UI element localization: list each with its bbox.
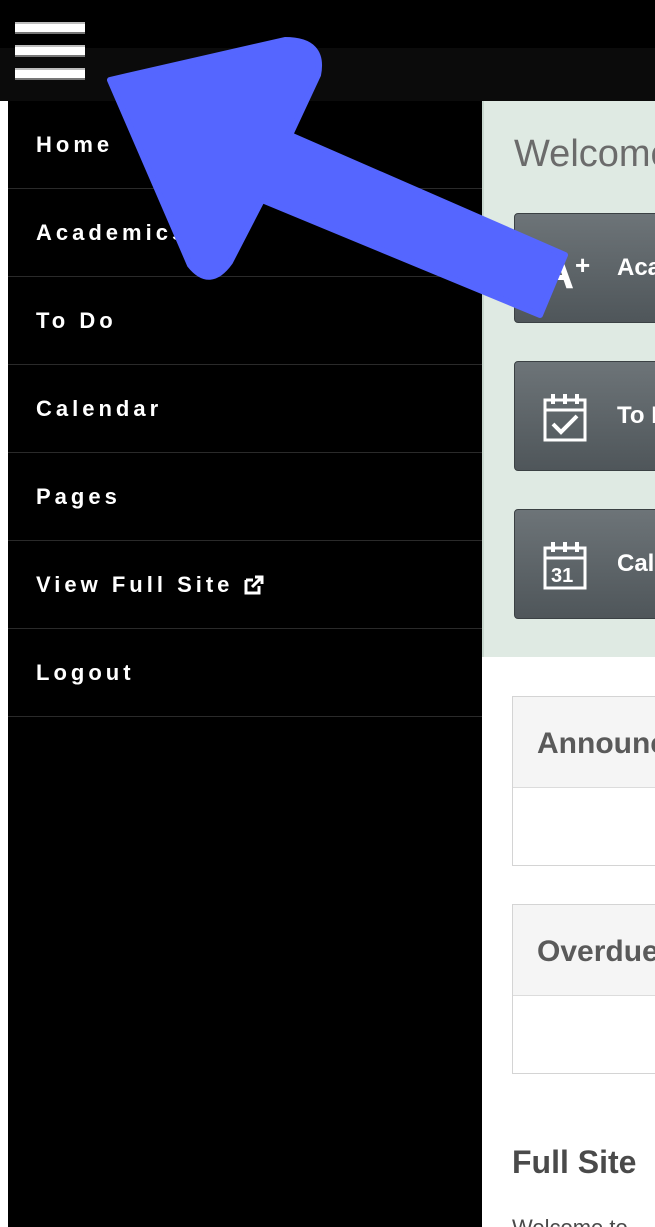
- hamburger-menu-icon[interactable]: [15, 20, 85, 82]
- sidebar-item-calendar[interactable]: Calendar: [8, 365, 482, 453]
- svg-text:+: +: [575, 250, 590, 280]
- top-bar: [0, 0, 655, 101]
- sidebar-item-label: View Full Site: [36, 571, 234, 597]
- sidebar-item-label: Academics: [36, 219, 189, 245]
- sidebar-item-to-do[interactable]: To Do: [8, 277, 482, 365]
- sidebar-item-label: Home: [36, 131, 114, 157]
- sidebar-item-academics[interactable]: Academics: [8, 189, 482, 277]
- panel-title: Overdue: [537, 935, 655, 968]
- panel-header: Announcements: [513, 697, 655, 788]
- sidebar-item-logout[interactable]: Logout: [8, 629, 482, 717]
- tile-label: Academics: [617, 254, 655, 281]
- announcements-panel: Announcements: [512, 696, 655, 866]
- sidebar-item-label: Logout: [36, 659, 135, 685]
- svg-text:31: 31: [551, 565, 573, 587]
- overdue-panel: Overdue: [512, 904, 655, 1074]
- menu-bar-top: [15, 22, 85, 34]
- svg-text:A: A: [541, 246, 574, 298]
- top-bar-lower: [0, 48, 655, 101]
- sidebar-item-pages[interactable]: Pages: [8, 453, 482, 541]
- sidebar-item-label: Calendar: [36, 395, 163, 421]
- external-link-icon: [243, 574, 265, 596]
- top-bar-strip: [0, 0, 655, 48]
- side-navigation: Home Academics To Do Calendar Pages View…: [8, 101, 482, 1227]
- tile-to-do[interactable]: To Do: [514, 361, 655, 471]
- menu-bar-bottom: [15, 68, 85, 80]
- sidebar-item-label: To Do: [36, 307, 117, 333]
- grade-a-plus-icon: A +: [537, 240, 597, 300]
- calendar-31-icon: 31: [537, 536, 597, 596]
- welcome-heading: Welcome: [514, 133, 655, 175]
- panel-header: Overdue: [513, 905, 655, 996]
- tile-label: To Do: [617, 402, 655, 429]
- sidebar-item-home[interactable]: Home: [8, 101, 482, 189]
- calendar-check-icon: [537, 388, 597, 448]
- main-content: Welcome A + Academics: [482, 101, 655, 1227]
- panel-title: Announcements: [537, 727, 655, 760]
- sidebar-item-view-full-site[interactable]: View Full Site: [8, 541, 482, 629]
- tile-label: Calendar: [617, 550, 655, 577]
- full-site-heading: Full Site: [512, 1144, 637, 1180]
- hero-section: Welcome A + Academics: [482, 101, 655, 657]
- tile-academics[interactable]: A + Academics: [514, 213, 655, 323]
- tile-calendar[interactable]: 31 Calendar: [514, 509, 655, 619]
- menu-bar-middle: [15, 45, 85, 57]
- full-site-text: Welcome to: [512, 1215, 628, 1227]
- sidebar-item-label: Pages: [36, 483, 121, 509]
